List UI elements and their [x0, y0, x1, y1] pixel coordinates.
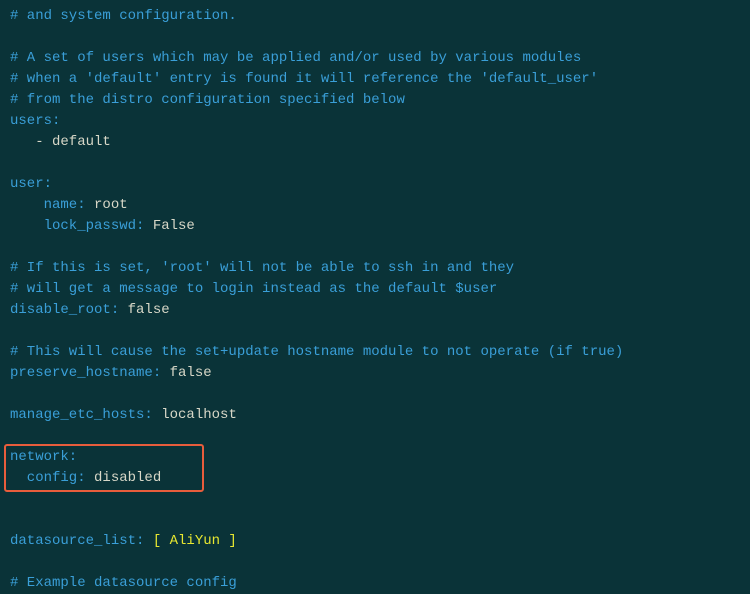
config-line: # If this is set, 'root' will not be abl…: [10, 258, 740, 279]
config-line: network:: [10, 447, 740, 468]
config-line: # Example datasource config: [10, 573, 740, 594]
config-line: [10, 237, 740, 258]
config-line: name: root: [10, 195, 740, 216]
config-line: [10, 153, 740, 174]
config-line: # will get a message to login instead as…: [10, 279, 740, 300]
config-line: preserve_hostname: false: [10, 363, 740, 384]
config-line: disable_root: false: [10, 300, 740, 321]
config-line: lock_passwd: False: [10, 216, 740, 237]
config-line: - default: [10, 132, 740, 153]
config-line: # and system configuration.: [10, 6, 740, 27]
config-line: config: disabled: [10, 468, 740, 489]
config-line: [10, 426, 740, 447]
config-line: # This will cause the set+update hostnam…: [10, 342, 740, 363]
config-line: # when a 'default' entry is found it wil…: [10, 69, 740, 90]
config-line: # A set of users which may be applied an…: [10, 48, 740, 69]
config-line: datasource_list: [ AliYun ]: [10, 531, 740, 552]
config-line: users:: [10, 111, 740, 132]
config-line: [10, 510, 740, 531]
config-line: [10, 27, 740, 48]
terminal-config-view: # and system configuration. # A set of u…: [10, 6, 740, 594]
config-line: [10, 489, 740, 510]
config-line: [10, 384, 740, 405]
config-line: [10, 552, 740, 573]
config-line: [10, 321, 740, 342]
config-line: manage_etc_hosts: localhost: [10, 405, 740, 426]
config-line: # from the distro configuration specifie…: [10, 90, 740, 111]
config-line: user:: [10, 174, 740, 195]
